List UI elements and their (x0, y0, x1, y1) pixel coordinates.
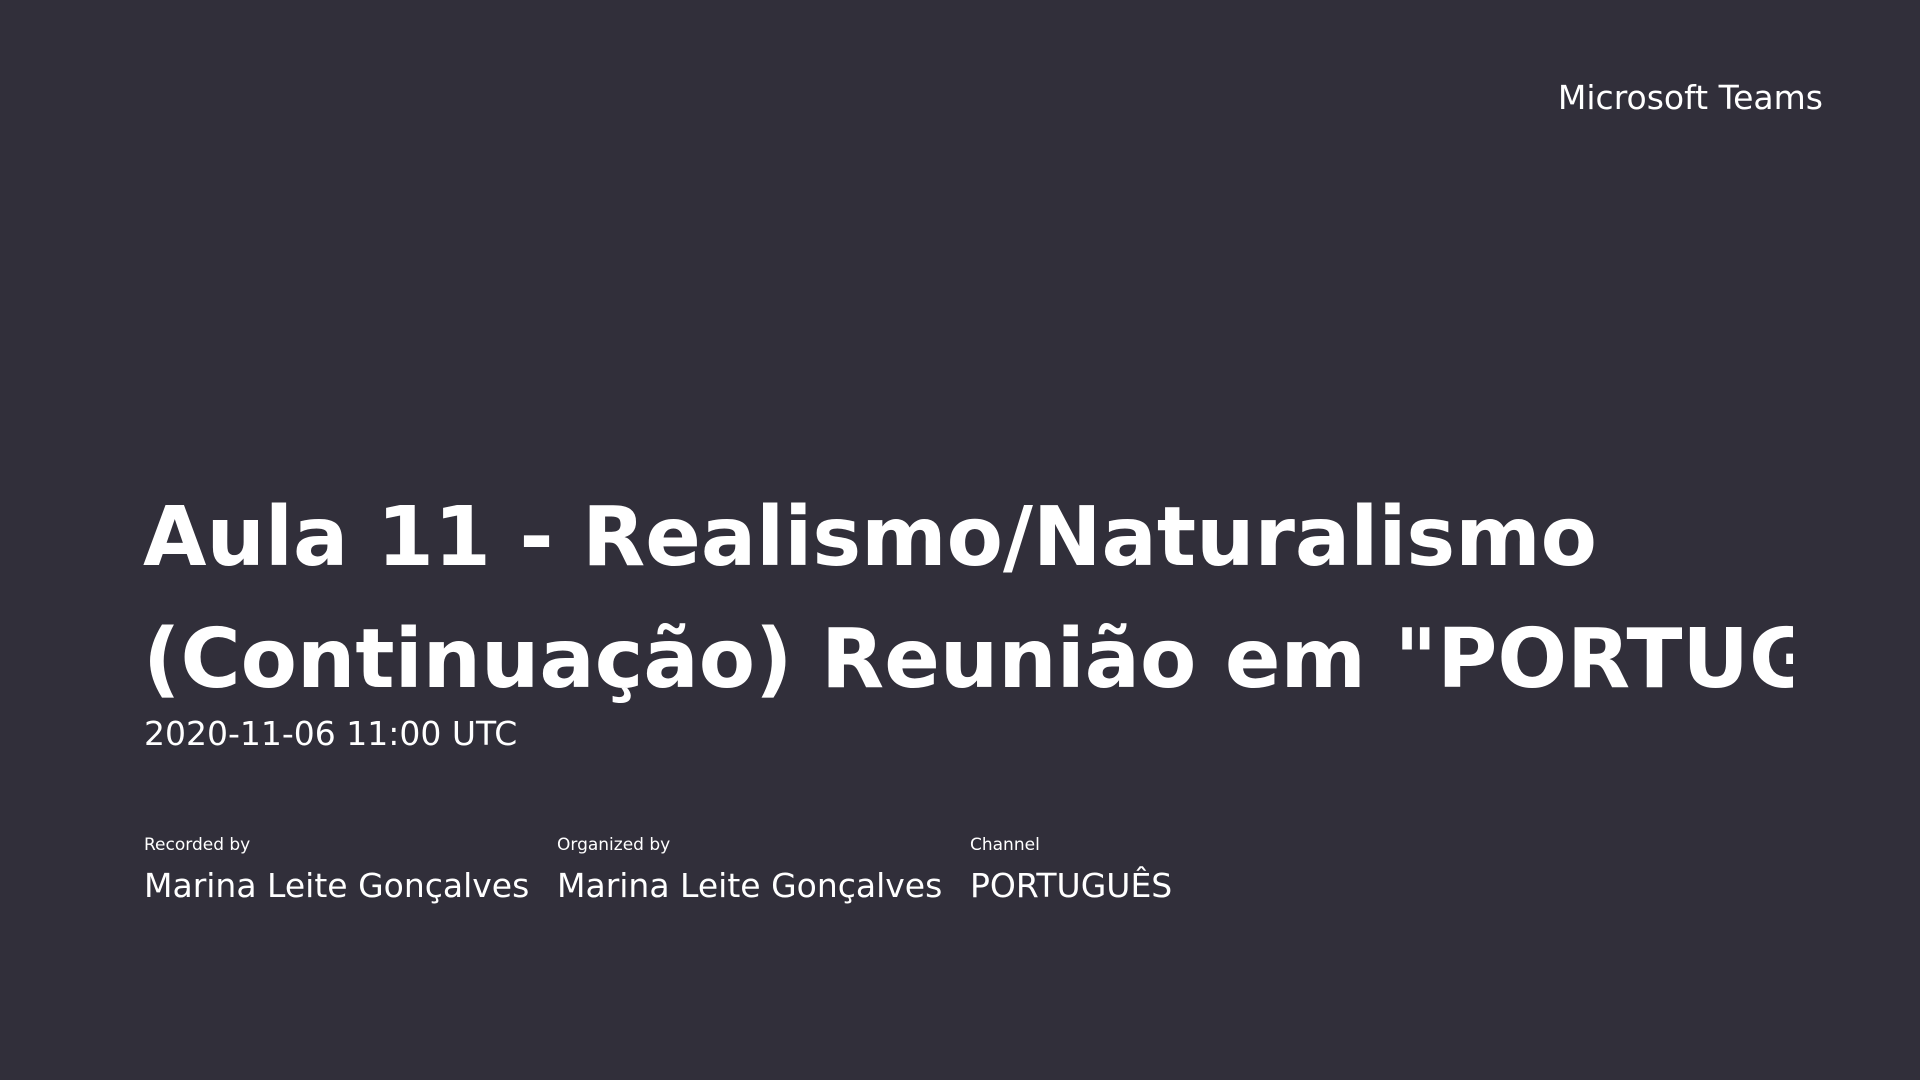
meeting-meta: Recorded by Marina Leite Gonçalves Organ… (144, 834, 1383, 906)
meeting-title: Aula 11 - Realismo/Naturalismo (Continua… (143, 477, 1793, 721)
organized-by-label: Organized by (557, 835, 671, 855)
meeting-datetime: 2020-11-06 11:00 UTC (144, 714, 518, 753)
recorded-by-section: Recorded by Marina Leite Gonçalves (144, 834, 557, 906)
channel-label: Channel (970, 835, 1040, 855)
recorded-by-value: Marina Leite Gonçalves (144, 866, 530, 905)
recording-title-card: Microsoft Teams Aula 11 - Realismo/Natur… (0, 0, 1920, 1080)
meeting-title-line-2: (Continuação) Reunião em "PORTUGU... (143, 612, 1793, 707)
recorded-by-label: Recorded by (144, 835, 251, 855)
channel-value: PORTUGUÊS (970, 866, 1173, 905)
app-brand-label: Microsoft Teams (1557, 78, 1823, 117)
organized-by-value: Marina Leite Gonçalves (557, 866, 943, 905)
organized-by-section: Organized by Marina Leite Gonçalves (557, 834, 970, 906)
meeting-title-line-1: Aula 11 - Realismo/Naturalismo (143, 490, 1598, 585)
channel-section: Channel PORTUGUÊS (970, 834, 1383, 906)
